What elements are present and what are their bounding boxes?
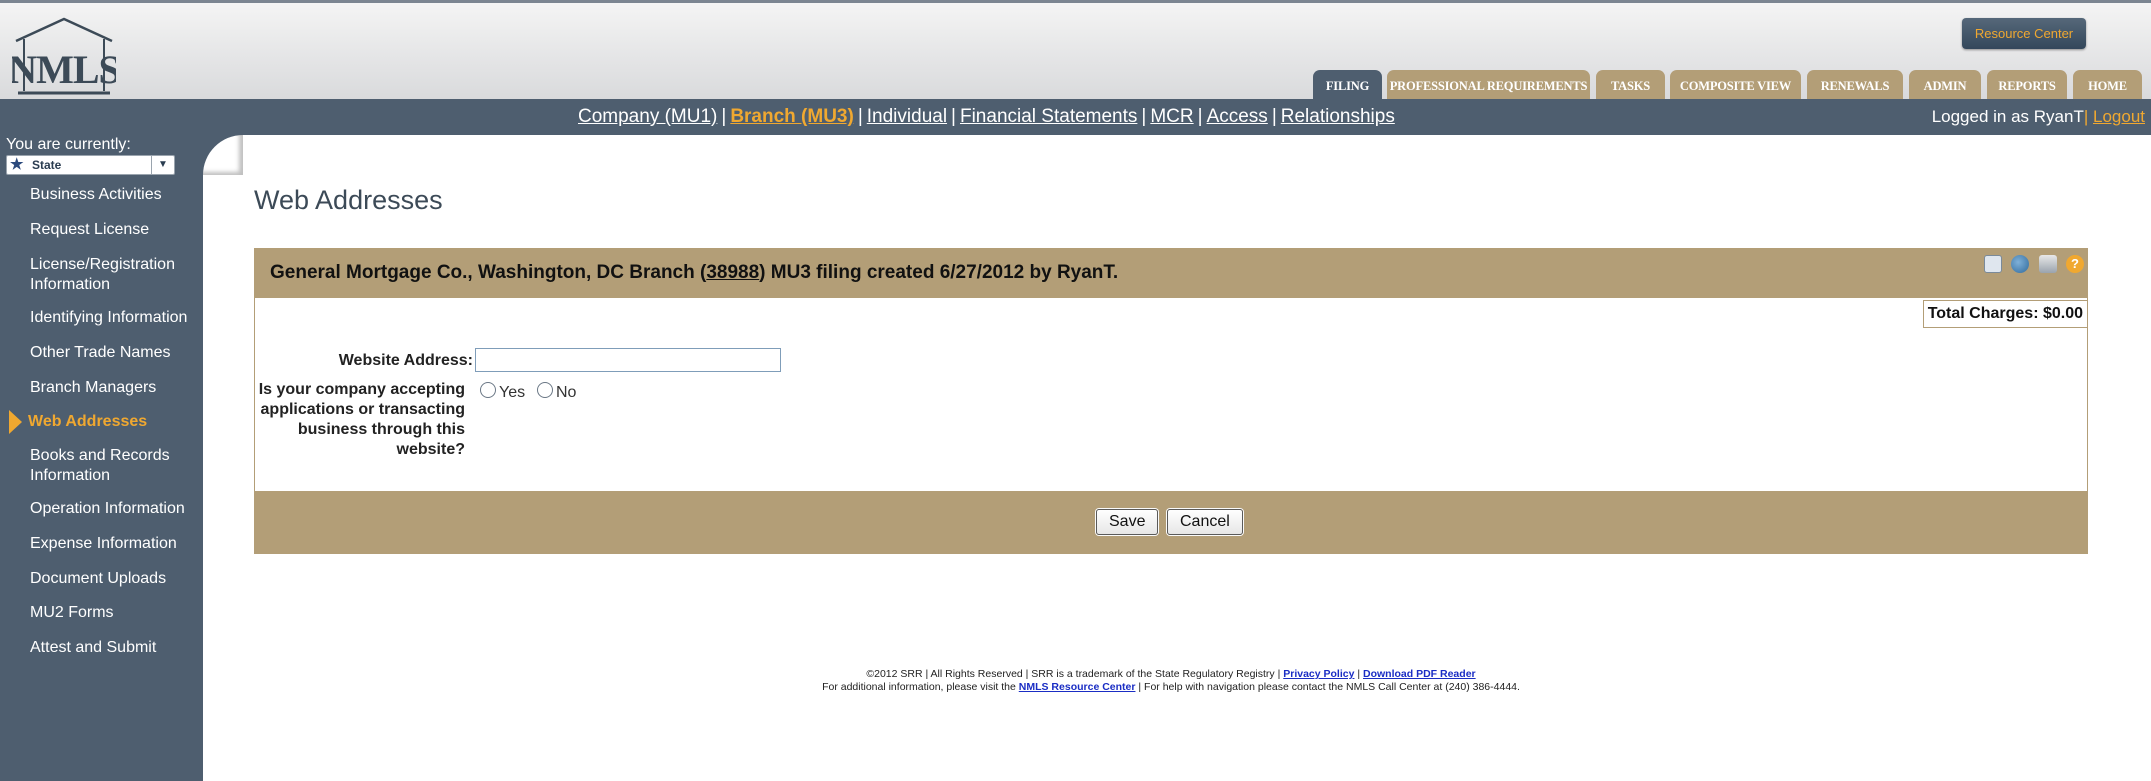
branch-id-link[interactable]: 38988 (706, 262, 759, 283)
state-select-value: State (32, 158, 62, 172)
separator: | (857, 106, 863, 127)
svg-text:NMLS: NMLS (12, 47, 116, 92)
radio-yes-label: Yes (499, 384, 526, 401)
panel-footer: Save Cancel (255, 491, 2087, 553)
radio-no[interactable]: No (537, 382, 576, 402)
sidebar-item-identifying-information[interactable]: Identifying Information (30, 308, 200, 328)
link-relationships[interactable]: Relationships (1281, 106, 1395, 127)
tab-reports[interactable]: REPORTS (1987, 70, 2067, 102)
website-address-input[interactable] (475, 348, 781, 372)
page-footer: ©2012 SRR | All Rights Reserved | SRR is… (254, 668, 2088, 694)
sidebar: You are currently: ★ State ▼ Business Ac… (0, 135, 203, 781)
save-button[interactable]: Save (1096, 509, 1159, 535)
link-individual[interactable]: Individual (867, 106, 947, 127)
panel-icons: ? (1980, 255, 2084, 275)
page-title: Web Addresses (254, 185, 443, 215)
sidebar-item-branch-managers[interactable]: Branch Managers (30, 378, 200, 398)
tab-composite-view[interactable]: COMPOSITE VIEW (1670, 70, 1801, 102)
nmls-resource-center-link[interactable]: NMLS Resource Center (1019, 681, 1136, 693)
star-icon: ★ (10, 156, 24, 173)
tab-renewals[interactable]: RENEWALS (1807, 70, 1903, 102)
sidebar-item-other-trade-names[interactable]: Other Trade Names (30, 343, 200, 363)
footer-info-suffix: | For help with navigation please contac… (1138, 681, 1520, 693)
radio-yes-circle[interactable] (480, 382, 496, 398)
panel-title-prefix: General Mortgage Co., Washington, DC Bra… (270, 262, 707, 283)
logout-link[interactable]: Logout (2093, 107, 2145, 126)
separator: | (1141, 106, 1147, 127)
link-access[interactable]: Access (1207, 106, 1268, 127)
cancel-button[interactable]: Cancel (1167, 509, 1243, 535)
tab-tasks[interactable]: TASKS (1596, 70, 1665, 102)
nmls-logo[interactable]: NMLS (12, 17, 116, 97)
filing-type-bar: Company (MU1) | Branch (MU3) | Individual | Fi… (0, 99, 2151, 135)
login-status: Logged in as RyanT| Logout (1931, 107, 2145, 126)
sidebar-item-mu2-forms[interactable]: MU2 Forms (30, 603, 200, 623)
chevron-down-icon[interactable]: ▼ (151, 156, 174, 174)
footer-line-2: For additional information, please visit… (254, 681, 2088, 694)
separator: | (1197, 106, 1203, 127)
footer-info-prefix: For additional information, please visit… (822, 681, 1016, 693)
active-indicator-icon (9, 410, 22, 434)
radio-no-label: No (556, 384, 577, 401)
link-financial-statements[interactable]: Financial Statements (960, 106, 1137, 127)
link-mcr[interactable]: MCR (1150, 106, 1193, 127)
sidebar-item-expense-information[interactable]: Expense Information (30, 534, 200, 554)
logged-in-text: Logged in as RyanT (1931, 107, 2084, 126)
sidebar-item-attest-and-submit[interactable]: Attest and Submit (30, 638, 200, 658)
panel-title: General Mortgage Co., Washington, DC Bra… (270, 262, 1118, 284)
tab-admin[interactable]: ADMIN (1909, 70, 1981, 102)
sidebar-item-license-registration[interactable]: License/Registration Information (30, 255, 200, 295)
total-charges: Total Charges: $0.00 (1922, 300, 2087, 328)
help-icon[interactable]: ? (2066, 255, 2084, 273)
tab-professional-requirements[interactable]: PROFESSIONAL REQUIREMENTS (1387, 70, 1590, 102)
separator: | (1271, 106, 1277, 127)
separator: | (951, 106, 956, 127)
radio-no-circle[interactable] (537, 382, 553, 398)
print-icon[interactable] (2038, 255, 2057, 273)
header: NMLS Resource Center FILING PROFESSIONAL… (0, 0, 2151, 102)
expand-icon[interactable] (1984, 255, 2003, 273)
state-select[interactable]: ★ State ▼ (6, 155, 175, 175)
resource-center-button[interactable]: Resource Center (1962, 18, 2086, 49)
privacy-policy-link[interactable]: Privacy Policy (1283, 668, 1354, 680)
accepting-applications-question: Is your company accepting applications o… (258, 381, 465, 458)
panel-header: General Mortgage Co., Washington, DC Bra… (255, 249, 2087, 298)
sidebar-item-books-and-records[interactable]: Books and Records Information (30, 446, 200, 486)
sidebar-item-document-uploads[interactable]: Document Uploads (30, 569, 200, 589)
filing-type-links: Company (MU1) | Branch (MU3) | Individual | Fi… (578, 99, 1395, 135)
link-company-mu1[interactable]: Company (MU1) (578, 106, 717, 127)
copyright-text: ©2012 SRR | All Rights Reserved | SRR is… (866, 668, 1281, 680)
sidebar-item-business-activities[interactable]: Business Activities (30, 185, 200, 205)
footer-line-1: ©2012 SRR | All Rights Reserved | SRR is… (866, 668, 1476, 680)
link-branch-mu3[interactable]: Branch (MU3) (730, 106, 854, 127)
sidebar-item-operation-information[interactable]: Operation Information (30, 499, 200, 519)
download-pdf-reader-link[interactable]: Download PDF Reader (1363, 668, 1476, 680)
sidebar-item-request-license[interactable]: Request License (30, 220, 200, 240)
filing-panel: General Mortgage Co., Washington, DC Bra… (254, 248, 2088, 554)
radio-yes[interactable]: Yes (480, 382, 525, 402)
panel-title-suffix: ) MU3 filing created 6/27/2012 by RyanT. (759, 262, 1119, 283)
currently-label: You are currently: (6, 136, 131, 153)
globe-icon[interactable] (2011, 255, 2030, 273)
separator: | (721, 106, 727, 127)
sidebar-item-web-addresses[interactable]: Web Addresses (28, 412, 198, 432)
website-address-label: Website Address: (338, 352, 473, 369)
tab-filing[interactable]: FILING (1313, 70, 1382, 102)
tab-home[interactable]: HOME (2073, 70, 2142, 102)
